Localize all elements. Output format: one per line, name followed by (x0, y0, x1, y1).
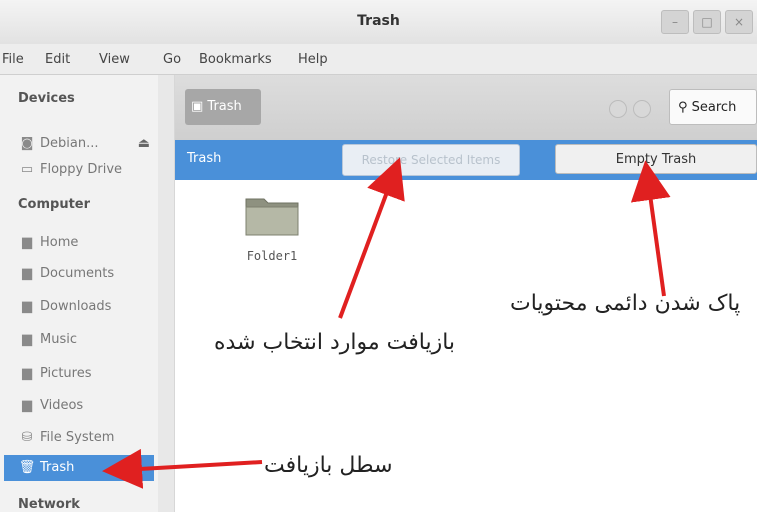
annotation-arrows (102, 157, 671, 489)
arrow-to-trash (102, 448, 263, 489)
arrow-to-empty-trash (630, 160, 671, 297)
arrow-to-restore (338, 157, 405, 319)
